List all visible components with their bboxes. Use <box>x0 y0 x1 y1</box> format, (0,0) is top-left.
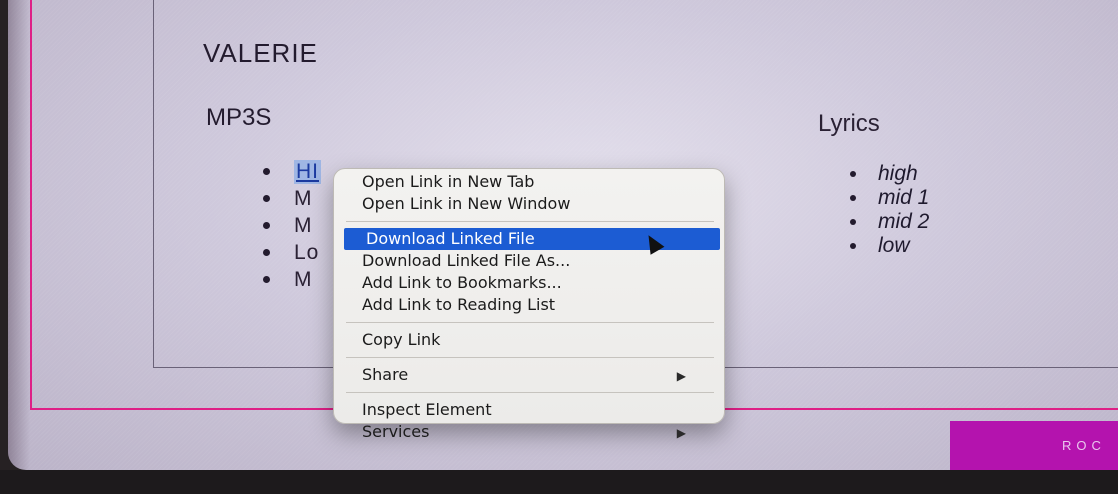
lyrics-link-mid-1[interactable]: mid 1 <box>878 186 929 210</box>
menu-separator <box>346 322 714 323</box>
menu-item-services-label: Services <box>362 422 430 441</box>
lyrics-link-mid-2[interactable]: mid 2 <box>878 210 929 234</box>
lyrics-heading: Lyrics <box>818 110 880 137</box>
bullet-icon <box>850 243 856 249</box>
bullet-icon <box>850 195 856 201</box>
mp3-list-item: M <box>263 185 321 212</box>
bullet-icon <box>263 222 270 229</box>
song-title: VALERIE <box>203 38 318 68</box>
monitor-bezel <box>0 470 1118 494</box>
rock-button[interactable]: ROC <box>950 421 1118 470</box>
menu-separator <box>346 392 714 393</box>
mp3-list-item: M <box>263 266 321 293</box>
triangle-right-icon: ▶ <box>676 426 686 440</box>
mp3-link-low[interactable]: Lo <box>294 241 319 265</box>
mp3-link-master[interactable]: M <box>294 268 313 292</box>
bullet-icon <box>850 219 856 225</box>
mp3-link-mid-2[interactable]: M <box>294 214 313 238</box>
menu-separator <box>346 221 714 222</box>
lyrics-list-item: mid 2 <box>850 210 929 234</box>
bullet-icon <box>263 195 270 202</box>
mp3-link-mid-1[interactable]: M <box>294 187 313 211</box>
lyrics-link-high[interactable]: high <box>878 162 918 186</box>
lyrics-list-item: low <box>850 234 929 258</box>
mp3-list: HI M M Lo M <box>263 158 321 293</box>
bullet-icon <box>263 168 270 175</box>
lyrics-link-low[interactable]: low <box>878 234 910 258</box>
menu-item-open-new-tab[interactable]: Open Link in New Tab <box>334 171 724 193</box>
triangle-right-icon: ▶ <box>676 369 686 383</box>
menu-item-add-to-reading-list[interactable]: Add Link to Reading List <box>334 294 724 316</box>
menu-item-inspect-element[interactable]: Inspect Element <box>334 399 724 421</box>
menu-item-services[interactable]: Services ▶ <box>334 421 724 443</box>
lyrics-list-item: high <box>850 162 929 186</box>
menu-item-download-linked-file-as[interactable]: Download Linked File As... <box>334 250 724 272</box>
mp3-list-item: M <box>263 212 321 239</box>
mp3-link-high[interactable]: HI <box>294 159 321 184</box>
mp3-list-item: Lo <box>263 239 321 266</box>
lyrics-list: high mid 1 mid 2 low <box>850 162 929 258</box>
link-context-menu: Open Link in New Tab Open Link in New Wi… <box>333 168 725 441</box>
left-shade <box>8 0 30 470</box>
menu-separator <box>346 357 714 358</box>
menu-item-share-label: Share <box>362 365 409 384</box>
menu-item-share[interactable]: Share ▶ <box>334 364 724 386</box>
menu-item-copy-link[interactable]: Copy Link <box>334 329 724 351</box>
menu-item-add-to-bookmarks[interactable]: Add Link to Bookmarks... <box>334 272 724 294</box>
bullet-icon <box>263 249 270 256</box>
mp3s-heading: MP3S <box>206 104 272 131</box>
menu-item-open-new-window[interactable]: Open Link in New Window <box>334 193 724 215</box>
bullet-icon <box>850 171 856 177</box>
bullet-icon <box>263 276 270 283</box>
lyrics-list-item: mid 1 <box>850 186 929 210</box>
mp3-list-item: HI <box>263 158 321 185</box>
